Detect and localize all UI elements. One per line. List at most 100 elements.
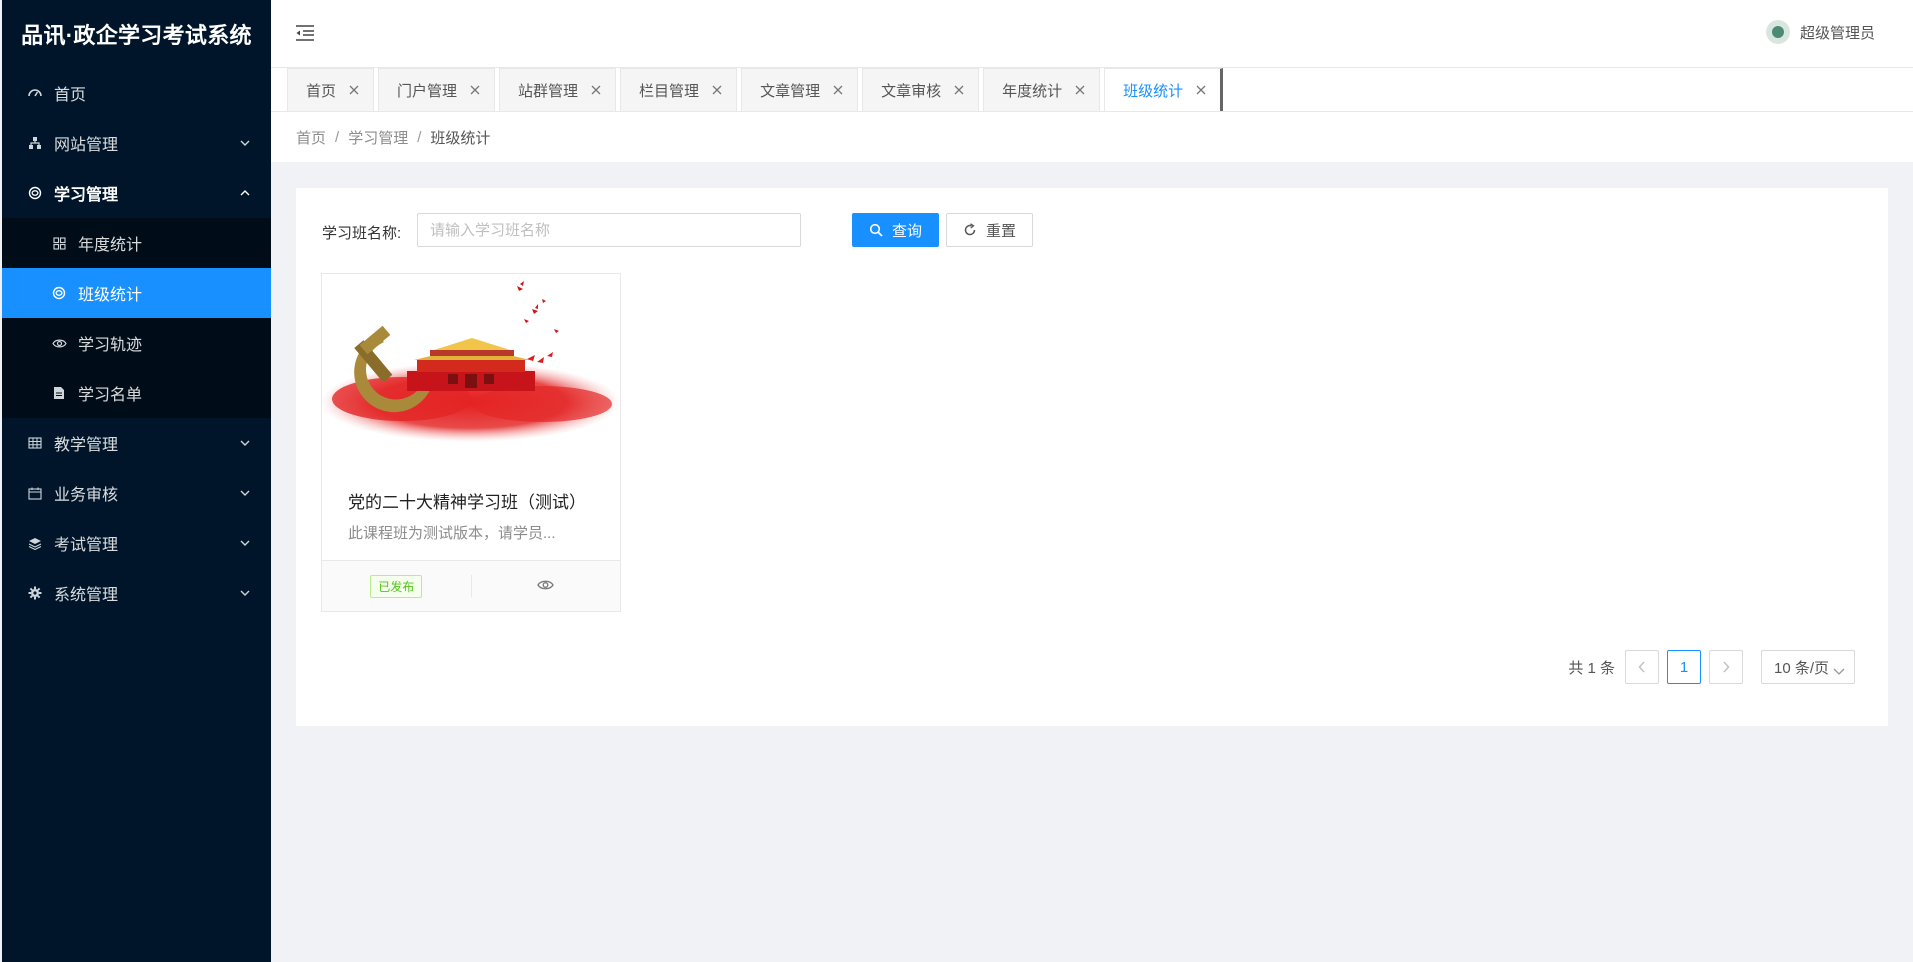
tab-label: 班级统计	[1123, 82, 1184, 100]
sidebar-item-label: 业务审核	[54, 487, 119, 504]
tab-portal[interactable]: 门户管理	[378, 68, 496, 111]
card-actions: 已发布	[322, 560, 620, 611]
sidebar-item-label: 系统管理	[54, 587, 119, 604]
sidebar-item-business-review[interactable]: 业务审核	[2, 468, 271, 518]
breadcrumb-separator: /	[417, 128, 422, 146]
tab-article-review[interactable]: 文章审核	[862, 68, 980, 111]
sidebar-item-label: 学习管理	[54, 187, 119, 204]
chevron-right-icon	[1723, 661, 1730, 673]
file-icon	[50, 384, 68, 402]
user-name: 超级管理员	[1799, 24, 1875, 42]
pagination: 共 1 条 1 10 条/页	[1568, 650, 1855, 684]
tab-article[interactable]: 文章管理	[741, 68, 859, 111]
close-icon[interactable]	[953, 85, 964, 96]
chevron-up-icon	[239, 187, 251, 199]
page-number-button[interactable]: 1	[1667, 650, 1701, 684]
sidebar-item-exam[interactable]: 考试管理	[2, 518, 271, 568]
sidebar-item-teaching[interactable]: 教学管理	[2, 418, 271, 468]
top-header: 超级管理员	[271, 0, 1913, 68]
chevron-left-icon	[1638, 661, 1645, 673]
sidebar-item-label: 学习轨迹	[78, 337, 143, 354]
query-label: 查询	[891, 222, 922, 240]
tab-label: 门户管理	[397, 82, 458, 100]
sidebar: 品讯·政企学习考试系统 首页 网站管理 学习管理 年度统计 班级统计 学习轨迹 …	[2, 0, 271, 962]
tab-label: 文章审核	[881, 82, 942, 100]
sidebar-item-website[interactable]: 网站管理	[2, 118, 271, 168]
sidebar-item-label: 班级统计	[78, 287, 143, 304]
dashboard-icon	[26, 84, 44, 102]
close-icon[interactable]	[348, 85, 359, 96]
close-icon[interactable]	[832, 85, 843, 96]
tab-column[interactable]: 栏目管理	[620, 68, 738, 111]
sidebar-item-label: 学习名单	[78, 387, 143, 404]
close-icon[interactable]	[469, 85, 480, 96]
sidebar-item-home[interactable]: 首页	[2, 68, 271, 118]
sidebar-item-label: 教学管理	[54, 437, 119, 454]
chevron-down-icon	[239, 137, 251, 149]
close-icon[interactable]	[1195, 85, 1206, 96]
app-title: 品讯·政企学习考试系统	[21, 23, 252, 48]
chevron-down-icon	[239, 537, 251, 549]
sidebar-item-study[interactable]: 学习管理	[2, 168, 271, 218]
query-button[interactable]: 查询	[852, 213, 939, 247]
study-icon	[26, 184, 44, 202]
sidebar-item-label: 年度统计	[78, 237, 143, 254]
card-status-cell: 已发布	[322, 574, 471, 598]
breadcrumb-home[interactable]: 首页	[296, 127, 326, 148]
page-size-select[interactable]: 10 条/页	[1761, 650, 1855, 684]
card-description: 此课程班为测试版本，请学员...	[348, 525, 556, 542]
eye-icon	[50, 334, 68, 352]
user-menu[interactable]: 超级管理员	[1765, 20, 1875, 44]
sidebar-item-label: 网站管理	[54, 137, 119, 154]
eye-icon[interactable]	[537, 576, 555, 596]
study-submenu: 年度统计 班级统计 学习轨迹 学习名单	[2, 218, 271, 418]
tab-site-group[interactable]: 站群管理	[499, 68, 617, 111]
reset-button[interactable]: 重置	[946, 213, 1033, 247]
class-card[interactable]: 党的二十大精神学习班（测试） 此课程班为测试版本，请学员... 已发布	[321, 273, 621, 612]
sidebar-item-system[interactable]: 系统管理	[2, 568, 271, 618]
close-icon[interactable]	[1074, 85, 1085, 96]
tab-class-stats[interactable]: 班级统计	[1104, 68, 1224, 111]
chevron-down-icon	[239, 487, 251, 499]
avatar	[1765, 20, 1790, 44]
sidebar-item-annual-stats[interactable]: 年度统计	[2, 218, 271, 268]
sidebar-item-class-stats[interactable]: 班级统计	[2, 268, 271, 318]
cluster-icon	[26, 134, 44, 152]
status-badge: 已发布	[370, 574, 423, 598]
sidebar-item-study-list[interactable]: 学习名单	[2, 368, 271, 418]
breadcrumb: 首页 / 学习管理 / 班级统计	[271, 112, 1913, 162]
search-label: 学习班名称:	[322, 225, 402, 242]
close-icon[interactable]	[711, 85, 722, 96]
calendar-icon	[26, 484, 44, 502]
breadcrumb-study[interactable]: 学习管理	[348, 127, 408, 148]
reset-label: 重置	[985, 222, 1016, 240]
pagination-total: 共 1 条	[1568, 659, 1615, 677]
tab-label: 首页	[306, 82, 337, 100]
chevron-down-icon	[1833, 663, 1845, 675]
table-icon	[26, 434, 44, 452]
card-title: 党的二十大精神学习班（测试）	[348, 493, 586, 512]
page-size-value: 10 条/页	[1774, 659, 1830, 677]
tab-home[interactable]: 首页	[287, 68, 375, 111]
close-icon[interactable]	[590, 85, 601, 96]
tab-bar: 首页 门户管理 站群管理 栏目管理 文章管理 文章审核 年度统计 班级统计	[271, 68, 1913, 112]
breadcrumb-current: 班级统计	[430, 129, 491, 147]
sidebar-item-study-track[interactable]: 学习轨迹	[2, 318, 271, 368]
tab-label: 栏目管理	[639, 82, 700, 100]
class-name-input[interactable]	[417, 213, 801, 247]
next-page-button[interactable]	[1709, 650, 1743, 684]
gear-icon	[26, 584, 44, 602]
tab-label: 文章管理	[760, 82, 821, 100]
sidebar-item-label: 首页	[54, 87, 87, 104]
search-icon	[869, 223, 884, 238]
reload-icon	[963, 223, 978, 238]
prev-page-button[interactable]	[1625, 650, 1659, 684]
chevron-down-icon	[239, 587, 251, 599]
layers-icon	[26, 534, 44, 552]
tab-label: 站群管理	[518, 82, 579, 100]
sidebar-item-label: 考试管理	[54, 537, 119, 554]
menu-fold-icon[interactable]	[294, 22, 316, 44]
tab-annual-stats[interactable]: 年度统计	[983, 68, 1101, 111]
breadcrumb-separator: /	[335, 128, 340, 146]
view-action[interactable]	[470, 575, 621, 597]
